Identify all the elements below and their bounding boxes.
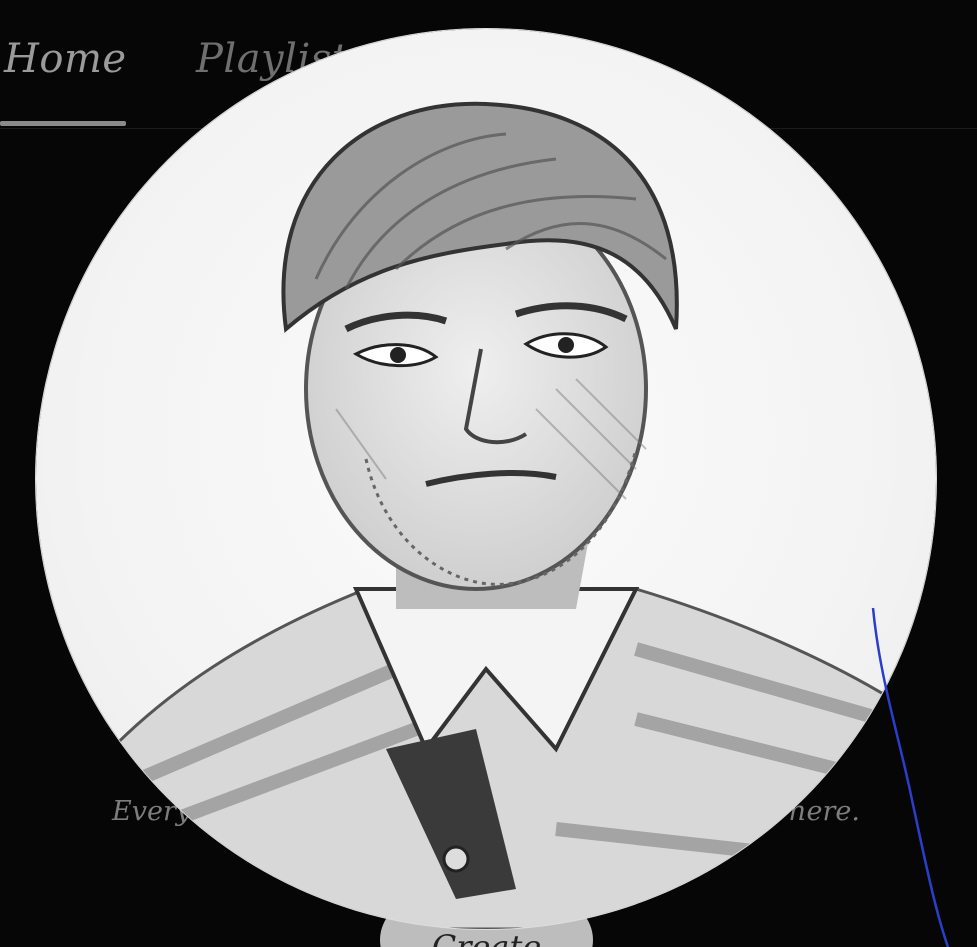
app-window: Home Playlists Every here. Create	[0, 0, 977, 947]
active-tab-indicator	[0, 121, 126, 126]
tab-home[interactable]: Home	[4, 36, 127, 82]
profile-avatar[interactable]	[36, 29, 936, 929]
portrait-sketch-icon	[36, 101, 936, 929]
